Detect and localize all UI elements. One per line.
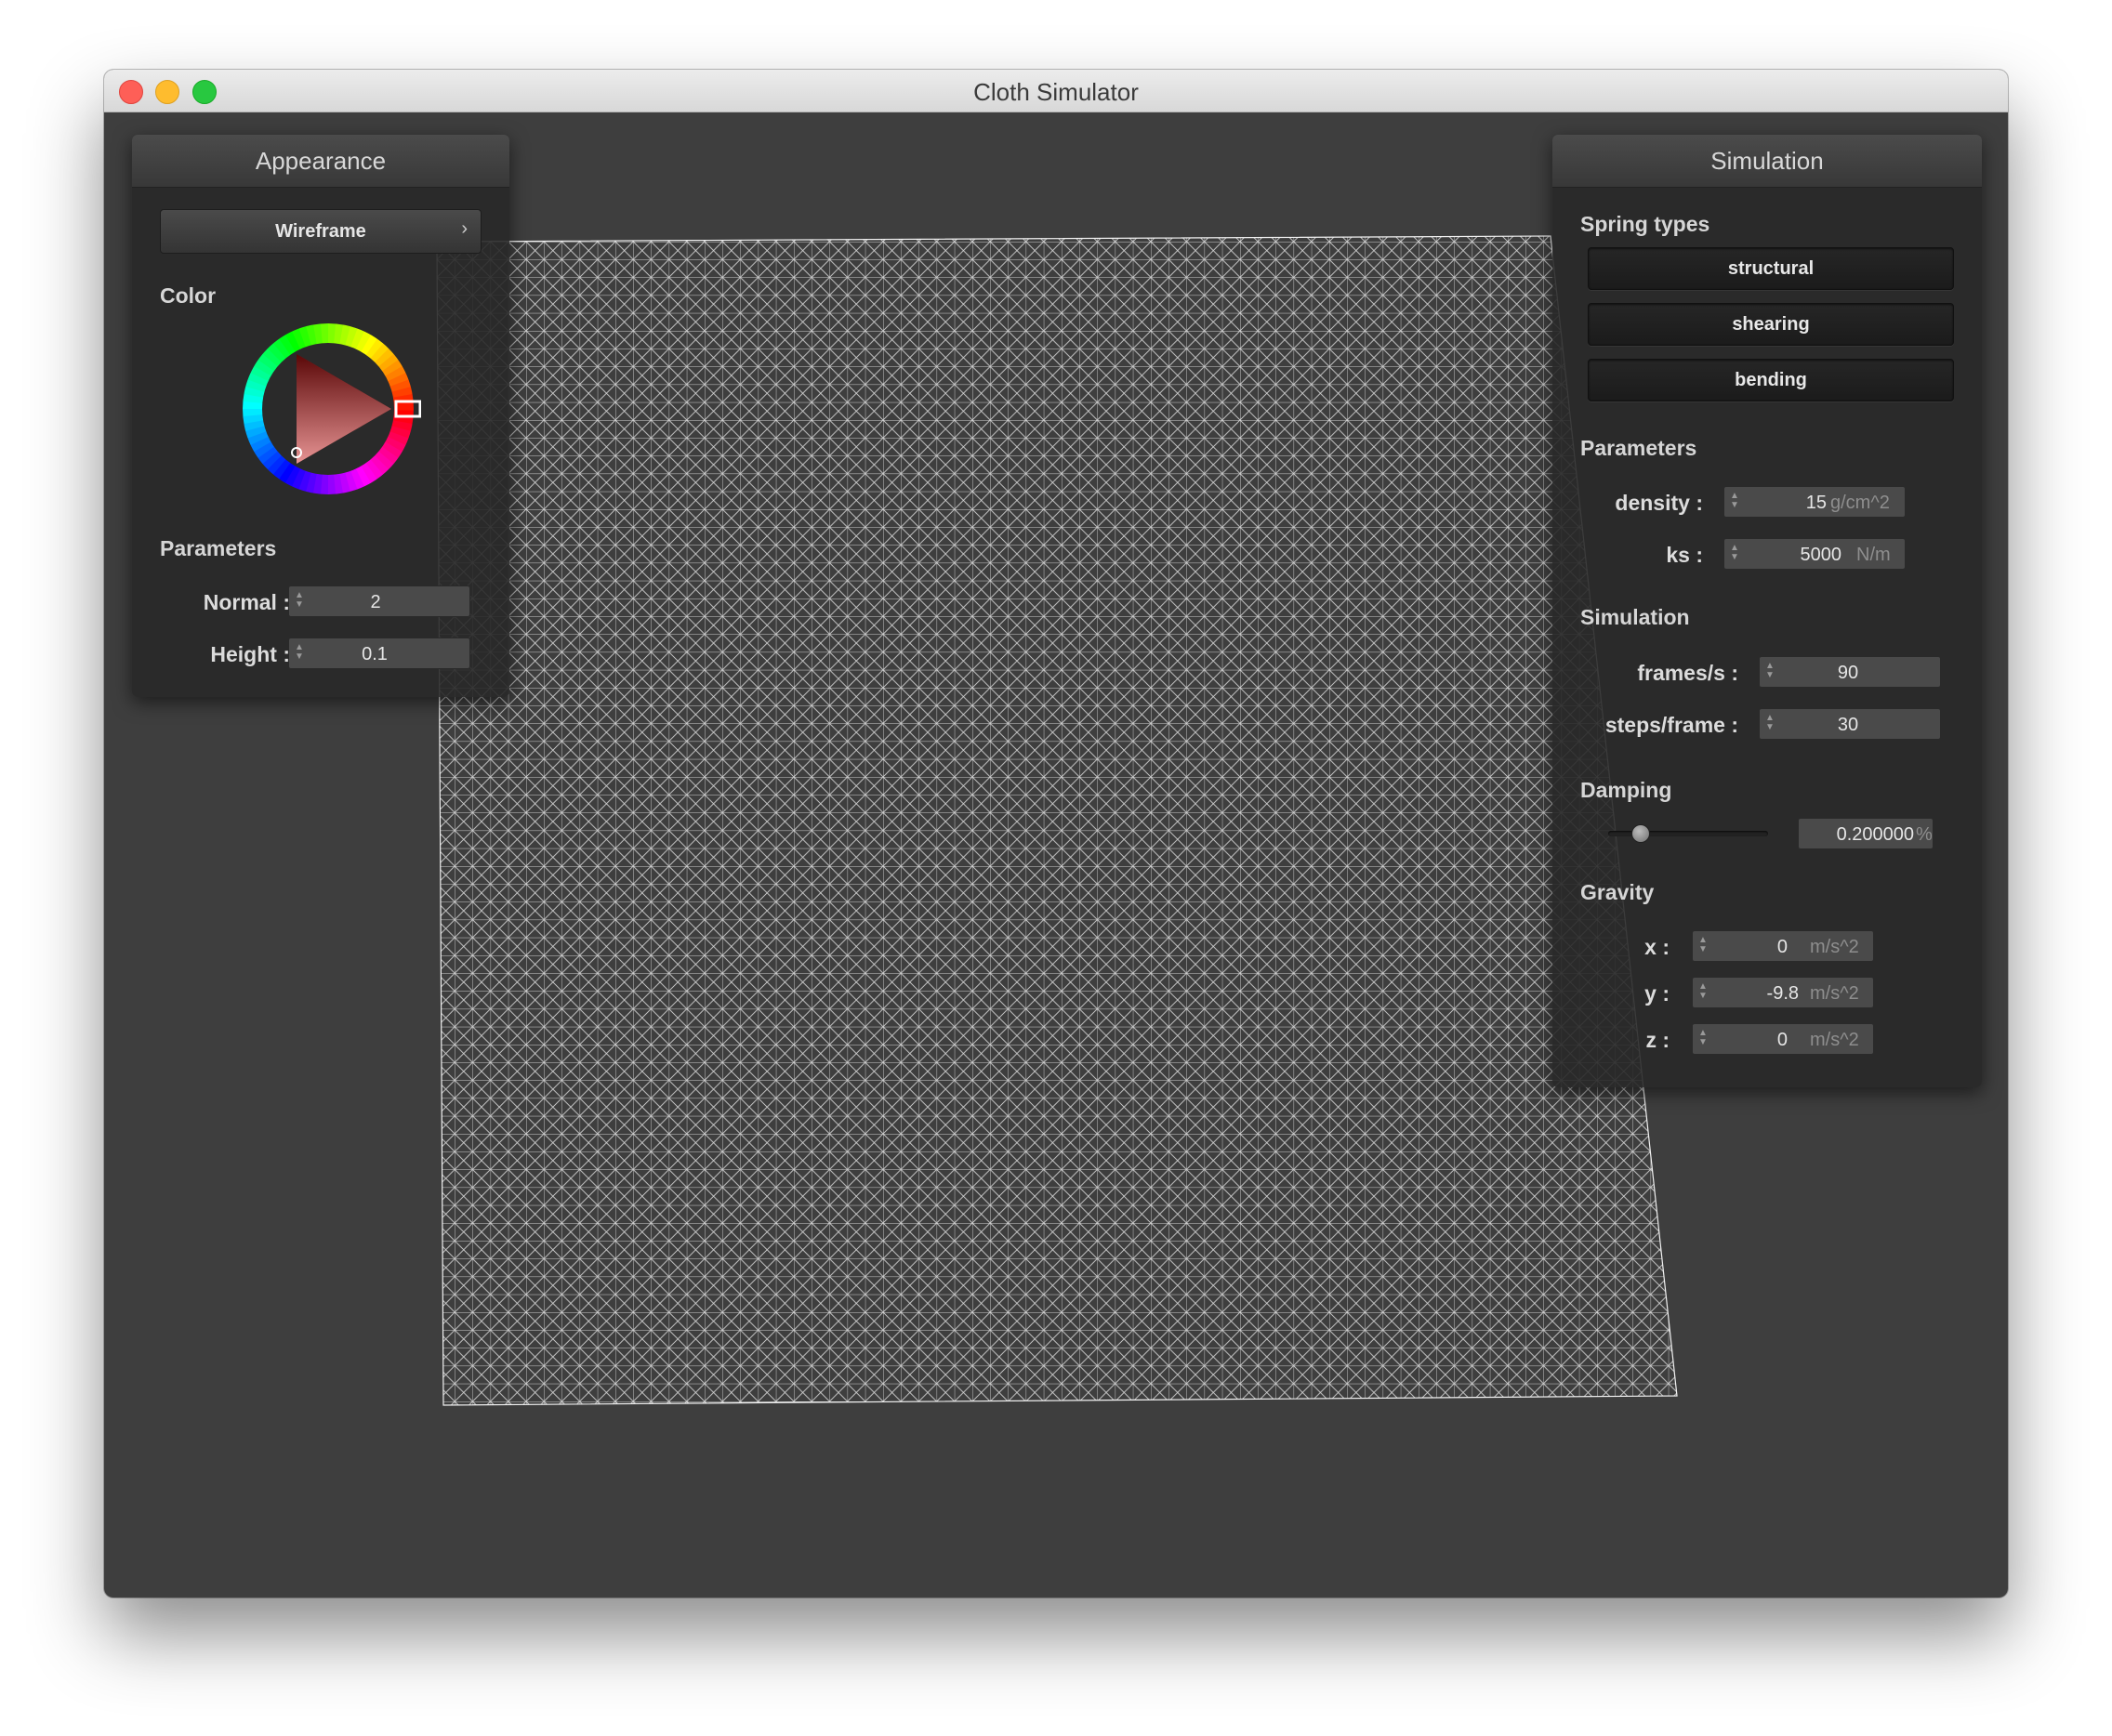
damping-value: 0.200000 xyxy=(1836,824,1914,845)
gravity-x-label: x : xyxy=(1644,935,1670,959)
gravity-y-label: y : xyxy=(1644,981,1670,1006)
steps-input[interactable]: ▲ ▼ 30 xyxy=(1759,708,1941,740)
shader-select-label: Wireframe xyxy=(275,221,366,242)
color-label: Color xyxy=(160,283,217,308)
spinner-arrows-icon[interactable]: ▲ ▼ xyxy=(1729,544,1740,564)
spinner-arrows-icon[interactable]: ▲ ▼ xyxy=(1729,492,1740,512)
sim-params-label: Parameters xyxy=(1580,436,1697,460)
color-wheel[interactable] xyxy=(235,316,421,502)
gravity-label: Gravity xyxy=(1580,880,1655,904)
cloth-viewport[interactable]: Appearance Wireframe › Color Parameters … xyxy=(104,112,2008,1598)
gravity-z-unit: m/s^2 xyxy=(1810,1030,1859,1050)
damping-input[interactable]: 0.200000 % xyxy=(1798,818,1934,849)
spinner-arrows-icon[interactable]: ▲ ▼ xyxy=(1764,714,1775,734)
spinner-arrows-icon[interactable]: ▲ ▼ xyxy=(294,643,305,664)
spinner-arrows-icon[interactable]: ▲ ▼ xyxy=(1764,662,1775,682)
ks-unit: N/m xyxy=(1856,545,1891,565)
structural-toggle[interactable]: structural xyxy=(1588,247,1954,290)
fps-label: frames/s : xyxy=(1637,661,1738,685)
shader-select-button[interactable]: Wireframe › xyxy=(160,209,482,254)
appearance-header: Appearance xyxy=(132,135,509,188)
spinner-arrows-icon[interactable]: ▲ ▼ xyxy=(1697,936,1709,956)
damping-slider-knob[interactable] xyxy=(1631,824,1651,843)
cloth-surface xyxy=(437,236,1677,1405)
title-bar[interactable]: Cloth Simulator xyxy=(104,70,2008,112)
window-title: Cloth Simulator xyxy=(973,78,1139,106)
spinner-arrows-icon[interactable]: ▲ ▼ xyxy=(294,591,305,612)
gravity-x-input[interactable]: ▲ ▼ 0 m/s^2 xyxy=(1692,930,1874,962)
spinner-arrows-icon[interactable]: ▲ ▼ xyxy=(1697,982,1709,1003)
damping-label: Damping xyxy=(1580,778,1672,802)
gravity-x-unit: m/s^2 xyxy=(1810,937,1859,957)
app-window: Cloth Simulator Appearance Wireframe › C… xyxy=(104,70,2008,1598)
density-value: 15 xyxy=(1805,493,1827,513)
simulation-panel: Simulation Spring types structural shear… xyxy=(1552,135,1982,1087)
bending-toggle[interactable]: bending xyxy=(1588,359,1954,401)
gravity-y-unit: m/s^2 xyxy=(1810,983,1859,1004)
fps-value: 90 xyxy=(1837,663,1859,683)
simulation-section-label: Simulation xyxy=(1580,605,1690,629)
appearance-panel: Appearance Wireframe › Color Parameters … xyxy=(132,135,509,697)
height-label: Height : xyxy=(210,642,290,666)
simulation-header: Simulation xyxy=(1552,135,1982,188)
damping-unit: % xyxy=(1916,824,1933,845)
steps-label: steps/frame : xyxy=(1604,713,1738,737)
shearing-toggle[interactable]: shearing xyxy=(1588,303,1954,346)
fps-input[interactable]: ▲ ▼ 90 xyxy=(1759,656,1941,688)
steps-value: 30 xyxy=(1837,715,1859,735)
density-input[interactable]: ▲ ▼ 15 g/cm^2 xyxy=(1723,486,1906,518)
ks-label: ks : xyxy=(1666,543,1703,567)
gravity-z-value: 0 xyxy=(1776,1030,1788,1050)
appearance-params-label: Parameters xyxy=(160,536,277,560)
chevron-right-icon: › xyxy=(461,218,468,239)
normal-label: Normal : xyxy=(203,590,290,614)
ks-input[interactable]: ▲ ▼ 5000 N/m xyxy=(1723,538,1906,570)
gravity-y-value: -9.8 xyxy=(1766,983,1799,1004)
normal-value: 2 xyxy=(370,592,381,612)
gravity-x-value: 0 xyxy=(1776,937,1788,957)
height-value: 0.1 xyxy=(362,644,388,664)
gravity-z-label: z : xyxy=(1645,1028,1670,1052)
gravity-y-input[interactable]: ▲ ▼ -9.8 m/s^2 xyxy=(1692,977,1874,1008)
density-label: density : xyxy=(1615,491,1703,515)
height-input[interactable]: ▲ ▼ 0.1 xyxy=(288,638,470,669)
ks-value: 5000 xyxy=(1800,545,1842,565)
density-unit: g/cm^2 xyxy=(1830,493,1890,513)
spring-types-label: Spring types xyxy=(1580,212,1710,236)
spinner-arrows-icon[interactable]: ▲ ▼ xyxy=(1697,1029,1709,1049)
gravity-z-input[interactable]: ▲ ▼ 0 m/s^2 xyxy=(1692,1023,1874,1055)
normal-input[interactable]: ▲ ▼ 2 xyxy=(288,585,470,617)
